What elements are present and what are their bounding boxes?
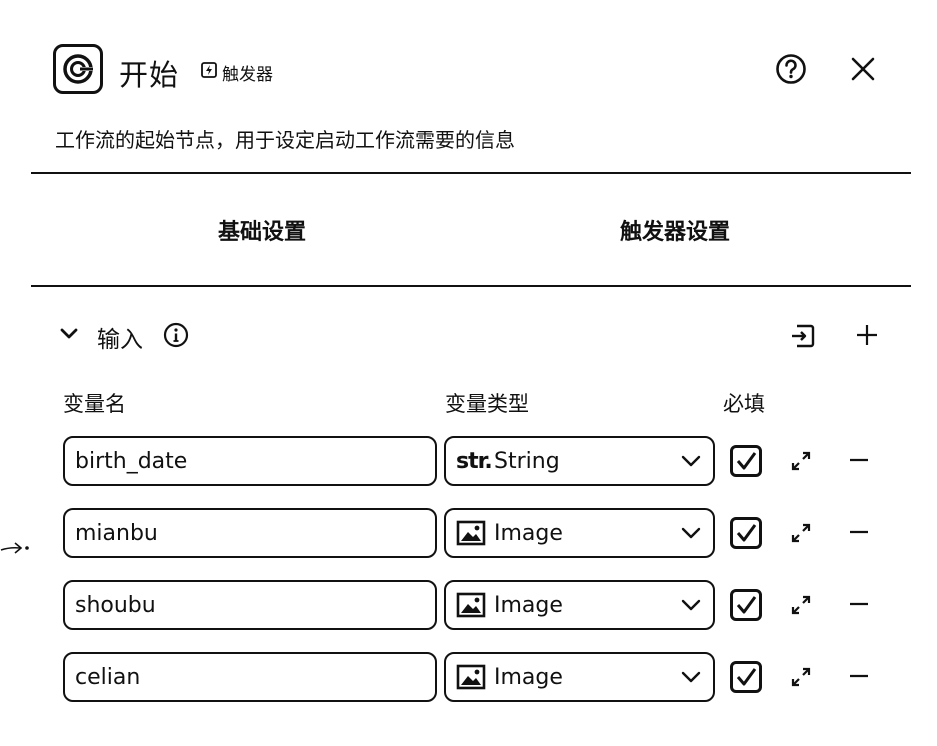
remove-variable-button[interactable] (848, 521, 870, 547)
check-icon (736, 452, 757, 470)
chevron-down-icon (679, 593, 703, 617)
minus-icon (850, 674, 868, 678)
minus-icon (850, 602, 868, 606)
image-type-icon (456, 664, 486, 690)
string-type-glyph: str. (456, 448, 493, 474)
variable-name-input[interactable]: shoubu (63, 580, 437, 630)
variable-type-value: Image (494, 520, 563, 546)
image-type-icon (456, 520, 486, 546)
collapse-toggle[interactable] (58, 323, 80, 345)
chevron-down-icon (679, 665, 703, 689)
start-node-icon (53, 44, 103, 94)
info-icon[interactable] (163, 322, 189, 352)
expand-icon (791, 667, 811, 687)
variable-row: birth_date str. String (0, 436, 937, 486)
variable-row: mianbu Image (0, 508, 937, 558)
remove-variable-button[interactable] (848, 665, 870, 691)
required-checkbox[interactable] (730, 589, 762, 621)
image-type-icon (456, 592, 486, 618)
help-circle-icon (776, 54, 806, 84)
variable-name-value: birth_date (75, 448, 188, 474)
variable-type-value: String (494, 448, 560, 474)
connection-arrow-icon (0, 538, 30, 562)
trigger-icon (200, 61, 218, 84)
node-description: 工作流的起始节点，用于设定启动工作流需要的信息 (55, 128, 515, 152)
import-icon (792, 324, 815, 348)
expand-icon (791, 451, 811, 471)
trigger-badge: 触发器 (200, 60, 273, 85)
variable-row: shoubu Image (0, 580, 937, 630)
column-header-name: 变量名 (63, 392, 126, 416)
import-button[interactable] (789, 322, 817, 354)
variable-type-select[interactable]: Image (444, 508, 715, 558)
section-title: 输入 (97, 327, 143, 353)
chevron-down-icon (679, 449, 703, 473)
close-button[interactable] (846, 52, 880, 86)
trigger-badge-label: 触发器 (222, 65, 273, 85)
column-header-type: 变量类型 (445, 392, 529, 416)
tab-basic-settings[interactable]: 基础设置 (218, 214, 306, 246)
variable-name-value: shoubu (75, 592, 156, 618)
plus-icon (857, 325, 877, 345)
expand-button[interactable] (789, 521, 813, 549)
expand-button[interactable] (789, 593, 813, 621)
minus-icon (850, 458, 868, 462)
expand-icon (791, 595, 811, 615)
variable-type-select[interactable]: Image (444, 580, 715, 630)
close-icon (851, 57, 875, 81)
required-checkbox[interactable] (730, 517, 762, 549)
required-checkbox[interactable] (730, 661, 762, 693)
tab-trigger-settings[interactable]: 触发器设置 (620, 214, 730, 246)
remove-variable-button[interactable] (848, 593, 870, 619)
expand-button[interactable] (789, 665, 813, 693)
variable-type-select[interactable]: str. String (444, 436, 715, 486)
variable-name-value: mianbu (75, 520, 158, 546)
expand-button[interactable] (789, 449, 813, 477)
variable-type-value: Image (494, 592, 563, 618)
remove-variable-button[interactable] (848, 449, 870, 475)
required-checkbox[interactable] (730, 445, 762, 477)
variable-type-value: Image (494, 664, 563, 690)
expand-icon (791, 523, 811, 543)
check-icon (736, 596, 757, 614)
chevron-down-icon (60, 328, 78, 339)
variable-name-input[interactable]: mianbu (63, 508, 437, 558)
divider (31, 285, 911, 287)
page-title: 开始 (119, 58, 180, 92)
check-icon (736, 524, 757, 542)
variable-name-value: celian (75, 664, 141, 690)
variable-row: celian Image (0, 652, 937, 702)
check-icon (736, 668, 757, 686)
variable-name-input[interactable]: birth_date (63, 436, 437, 486)
divider (31, 172, 911, 174)
column-header-required: 必填 (723, 392, 765, 416)
help-button[interactable] (774, 52, 808, 86)
string-type-icon: str. (456, 448, 493, 474)
variable-type-select[interactable]: Image (444, 652, 715, 702)
minus-icon (850, 530, 868, 534)
add-variable-button[interactable] (854, 322, 880, 352)
chevron-down-icon (679, 521, 703, 545)
variable-name-input[interactable]: celian (63, 652, 437, 702)
